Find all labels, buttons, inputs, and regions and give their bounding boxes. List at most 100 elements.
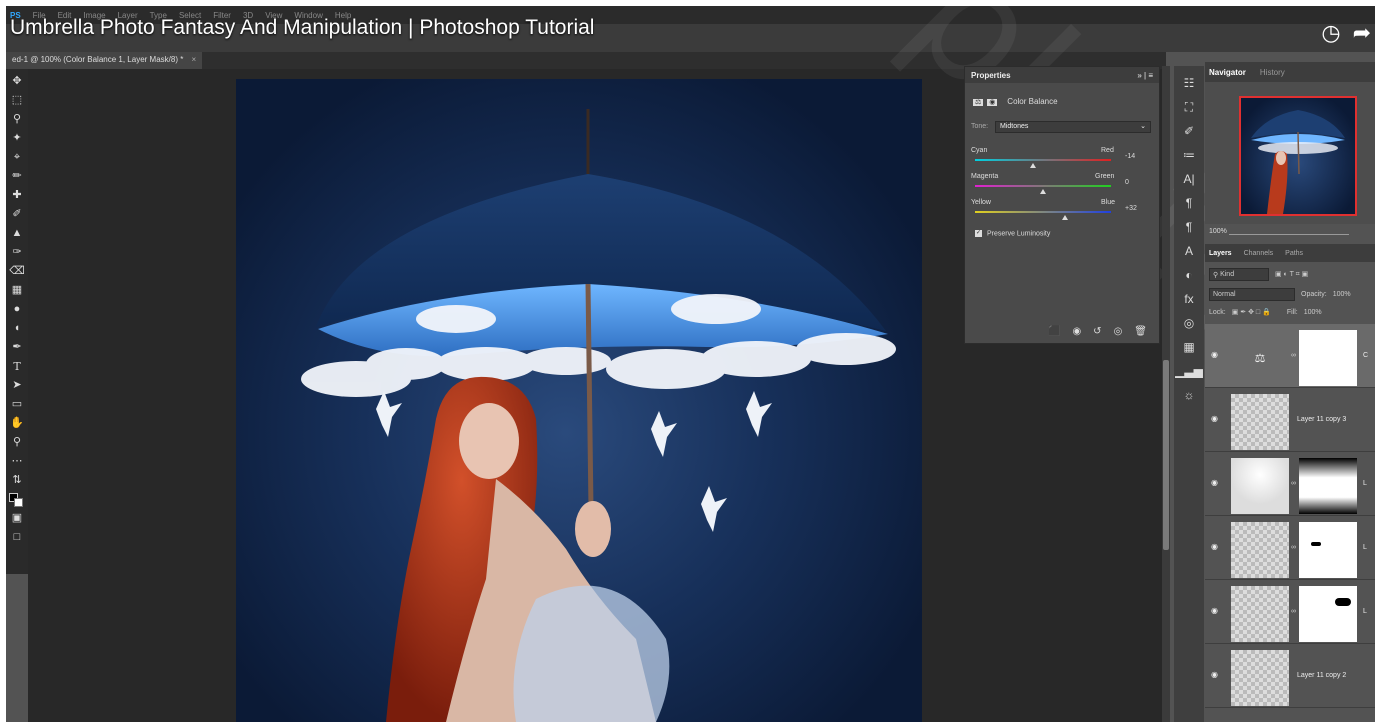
canvas-scrollbar[interactable] — [1162, 66, 1170, 722]
layer-thumb[interactable] — [1231, 394, 1289, 450]
more-tools-icon[interactable]: ⋯ — [12, 453, 23, 470]
panel-libraries-icon[interactable]: ☼ — [1184, 386, 1195, 404]
quick-mask-icon[interactable]: ▣ — [12, 510, 22, 527]
panel-styles-icon[interactable]: fx — [1184, 290, 1193, 308]
panel-channels-icon[interactable]: ⛶ — [1185, 98, 1193, 116]
crop-tool-icon[interactable]: ⌖ — [14, 149, 20, 166]
panel-adjust-icon[interactable]: ≔ — [1183, 146, 1195, 164]
rectangle-tool-icon[interactable]: ▭ — [12, 396, 22, 413]
dodge-tool-icon[interactable]: ◖ — [14, 320, 21, 337]
stamp-tool-icon[interactable]: ▲ — [12, 225, 23, 242]
panel-grid-icon[interactable]: ▦ — [1183, 338, 1194, 356]
eye-icon[interactable]: ◉ — [1211, 606, 1221, 615]
reset-icon[interactable]: ↺ — [1093, 326, 1101, 337]
zoom-tool-icon[interactable]: ⚲ — [13, 434, 21, 451]
layer-mask-thumb[interactable] — [1299, 522, 1357, 578]
document-tab[interactable]: ed-1 @ 100% (Color Balance 1, Layer Mask… — [6, 52, 203, 69]
layer-row[interactable]: ◉ Layer 11 copy 2 — [1205, 644, 1375, 708]
panel-properties-icon[interactable]: ☷ — [1184, 74, 1195, 92]
panel-3d-icon[interactable]: ◎ — [1184, 314, 1194, 332]
color-swatches[interactable] — [9, 491, 25, 508]
layer-name[interactable]: L — [1363, 480, 1367, 487]
panel-adjustments-icon[interactable]: ◐ — [1185, 266, 1192, 284]
visibility-icon[interactable]: ◎ — [1114, 326, 1123, 337]
filter-icons[interactable]: ▣ ◐ T ⌗ ▣ — [1275, 270, 1308, 279]
brush-tool-icon[interactable]: ✐ — [12, 206, 21, 223]
slider-value[interactable]: -14 — [1125, 153, 1135, 160]
swap-colors-icon[interactable]: ⇅ — [12, 472, 21, 489]
preserve-luminosity-row[interactable]: ✓ Preserve Luminosity — [975, 230, 1050, 237]
layer-mask-thumb[interactable] — [1299, 586, 1357, 642]
eraser-tool-icon[interactable]: ⌫ — [9, 263, 25, 280]
blur-tool-icon[interactable]: ● — [14, 301, 21, 318]
panel-paragraph-icon[interactable]: ¶ — [1186, 194, 1192, 212]
layer-mask-icon[interactable]: ◉ — [987, 99, 998, 106]
layer-row[interactable]: ◉ ⚖ ∞ C — [1205, 324, 1375, 388]
layer-row[interactable]: ◉ Layer 11 copy 3 — [1205, 388, 1375, 452]
layer-name[interactable]: L — [1363, 608, 1367, 615]
pen-tool-icon[interactable]: ✒ — [12, 339, 21, 356]
slider-track[interactable] — [975, 211, 1111, 213]
layer-name[interactable]: Layer 11 copy 3 — [1297, 416, 1346, 423]
link-icon[interactable]: ∞ — [1291, 544, 1296, 551]
history-brush-tool-icon[interactable]: ✑ — [12, 244, 21, 261]
layer-thumb[interactable] — [1231, 586, 1289, 642]
panel-menu-icon[interactable]: » | ≡ — [1137, 71, 1153, 80]
layer-thumb[interactable] — [1231, 522, 1289, 578]
layer-row[interactable]: ◉ ∞ L — [1205, 580, 1375, 644]
lock-icons[interactable]: ▣ ✒ ✥ □ 🔒 — [1232, 308, 1271, 316]
link-icon[interactable]: ∞ — [1291, 352, 1296, 359]
link-icon[interactable]: ∞ — [1291, 480, 1296, 487]
tab-layers[interactable]: Layers — [1209, 250, 1232, 257]
preserve-luminosity-checkbox[interactable]: ✓ — [975, 230, 982, 237]
spot-heal-tool-icon[interactable]: ✚ — [12, 187, 21, 204]
tab-properties[interactable]: Properties — [971, 71, 1011, 80]
lasso-tool-icon[interactable]: ⚲ — [13, 111, 21, 128]
eyedropper-tool-icon[interactable]: ✏ — [12, 168, 21, 185]
scrollbar-thumb[interactable] — [1163, 360, 1169, 550]
clock-icon[interactable]: ◷ — [1321, 20, 1340, 46]
layer-name[interactable]: C — [1363, 352, 1368, 359]
clip-to-layer-icon[interactable]: ⬛ — [1048, 326, 1060, 337]
panel-character-icon[interactable]: A| — [1183, 170, 1194, 188]
document-canvas[interactable] — [236, 79, 922, 722]
zoom-slider[interactable] — [1229, 234, 1349, 235]
fill-value[interactable]: 100% — [1304, 309, 1322, 316]
layer-thumb[interactable] — [1231, 650, 1289, 706]
layer-row[interactable]: ◉ ∞ L — [1205, 516, 1375, 580]
slider-thumb[interactable] — [1030, 163, 1037, 168]
gradient-tool-icon[interactable]: ▦ — [12, 282, 22, 299]
screen-mode-icon[interactable]: □ — [14, 529, 21, 546]
eye-icon[interactable]: ◉ — [1211, 414, 1221, 423]
eye-icon[interactable]: ◉ — [1211, 542, 1221, 551]
eye-icon[interactable]: ◉ — [1211, 670, 1221, 679]
trash-icon[interactable]: 🗑 — [1134, 326, 1147, 337]
eye-icon[interactable]: ◉ — [1211, 478, 1221, 487]
slider-track[interactable] — [975, 159, 1111, 161]
slider-thumb[interactable] — [1040, 189, 1046, 194]
layer-name[interactable]: L — [1363, 544, 1367, 551]
tab-channels[interactable]: Channels — [1244, 250, 1274, 257]
layer-name[interactable]: Layer 11 copy 2 — [1297, 672, 1346, 679]
tab-navigator[interactable]: Navigator — [1209, 68, 1246, 77]
tab-history[interactable]: History — [1260, 68, 1285, 77]
video-title[interactable]: Umbrella Photo Fantasy And Manipulation … — [10, 16, 594, 40]
move-tool-icon[interactable]: ✥ — [12, 73, 21, 90]
slider-track[interactable] — [975, 185, 1111, 187]
tab-paths[interactable]: Paths — [1285, 250, 1303, 257]
layer-thumb[interactable] — [1231, 458, 1289, 514]
type-tool-icon[interactable]: T — [13, 358, 20, 375]
close-icon[interactable]: × — [192, 55, 197, 64]
layer-mask-thumb[interactable] — [1299, 330, 1357, 386]
path-select-tool-icon[interactable]: ➤ — [12, 377, 21, 394]
zoom-value[interactable]: 100% — [1209, 228, 1227, 235]
link-icon[interactable]: ∞ — [1291, 608, 1296, 615]
panel-histogram-icon[interactable]: ▁▃▅ — [1175, 362, 1203, 380]
tone-select[interactable]: Midtones ⌄ — [995, 121, 1151, 133]
panel-paragraph-style-icon[interactable]: ¶ — [1186, 218, 1192, 236]
opacity-value[interactable]: 100% — [1333, 291, 1351, 298]
view-previous-icon[interactable]: ◉ — [1072, 326, 1081, 337]
filter-kind-select[interactable]: ⚲ Kind — [1209, 268, 1269, 281]
layer-row[interactable]: ◉ ∞ L — [1205, 452, 1375, 516]
slider-value[interactable]: 0 — [1125, 179, 1129, 186]
